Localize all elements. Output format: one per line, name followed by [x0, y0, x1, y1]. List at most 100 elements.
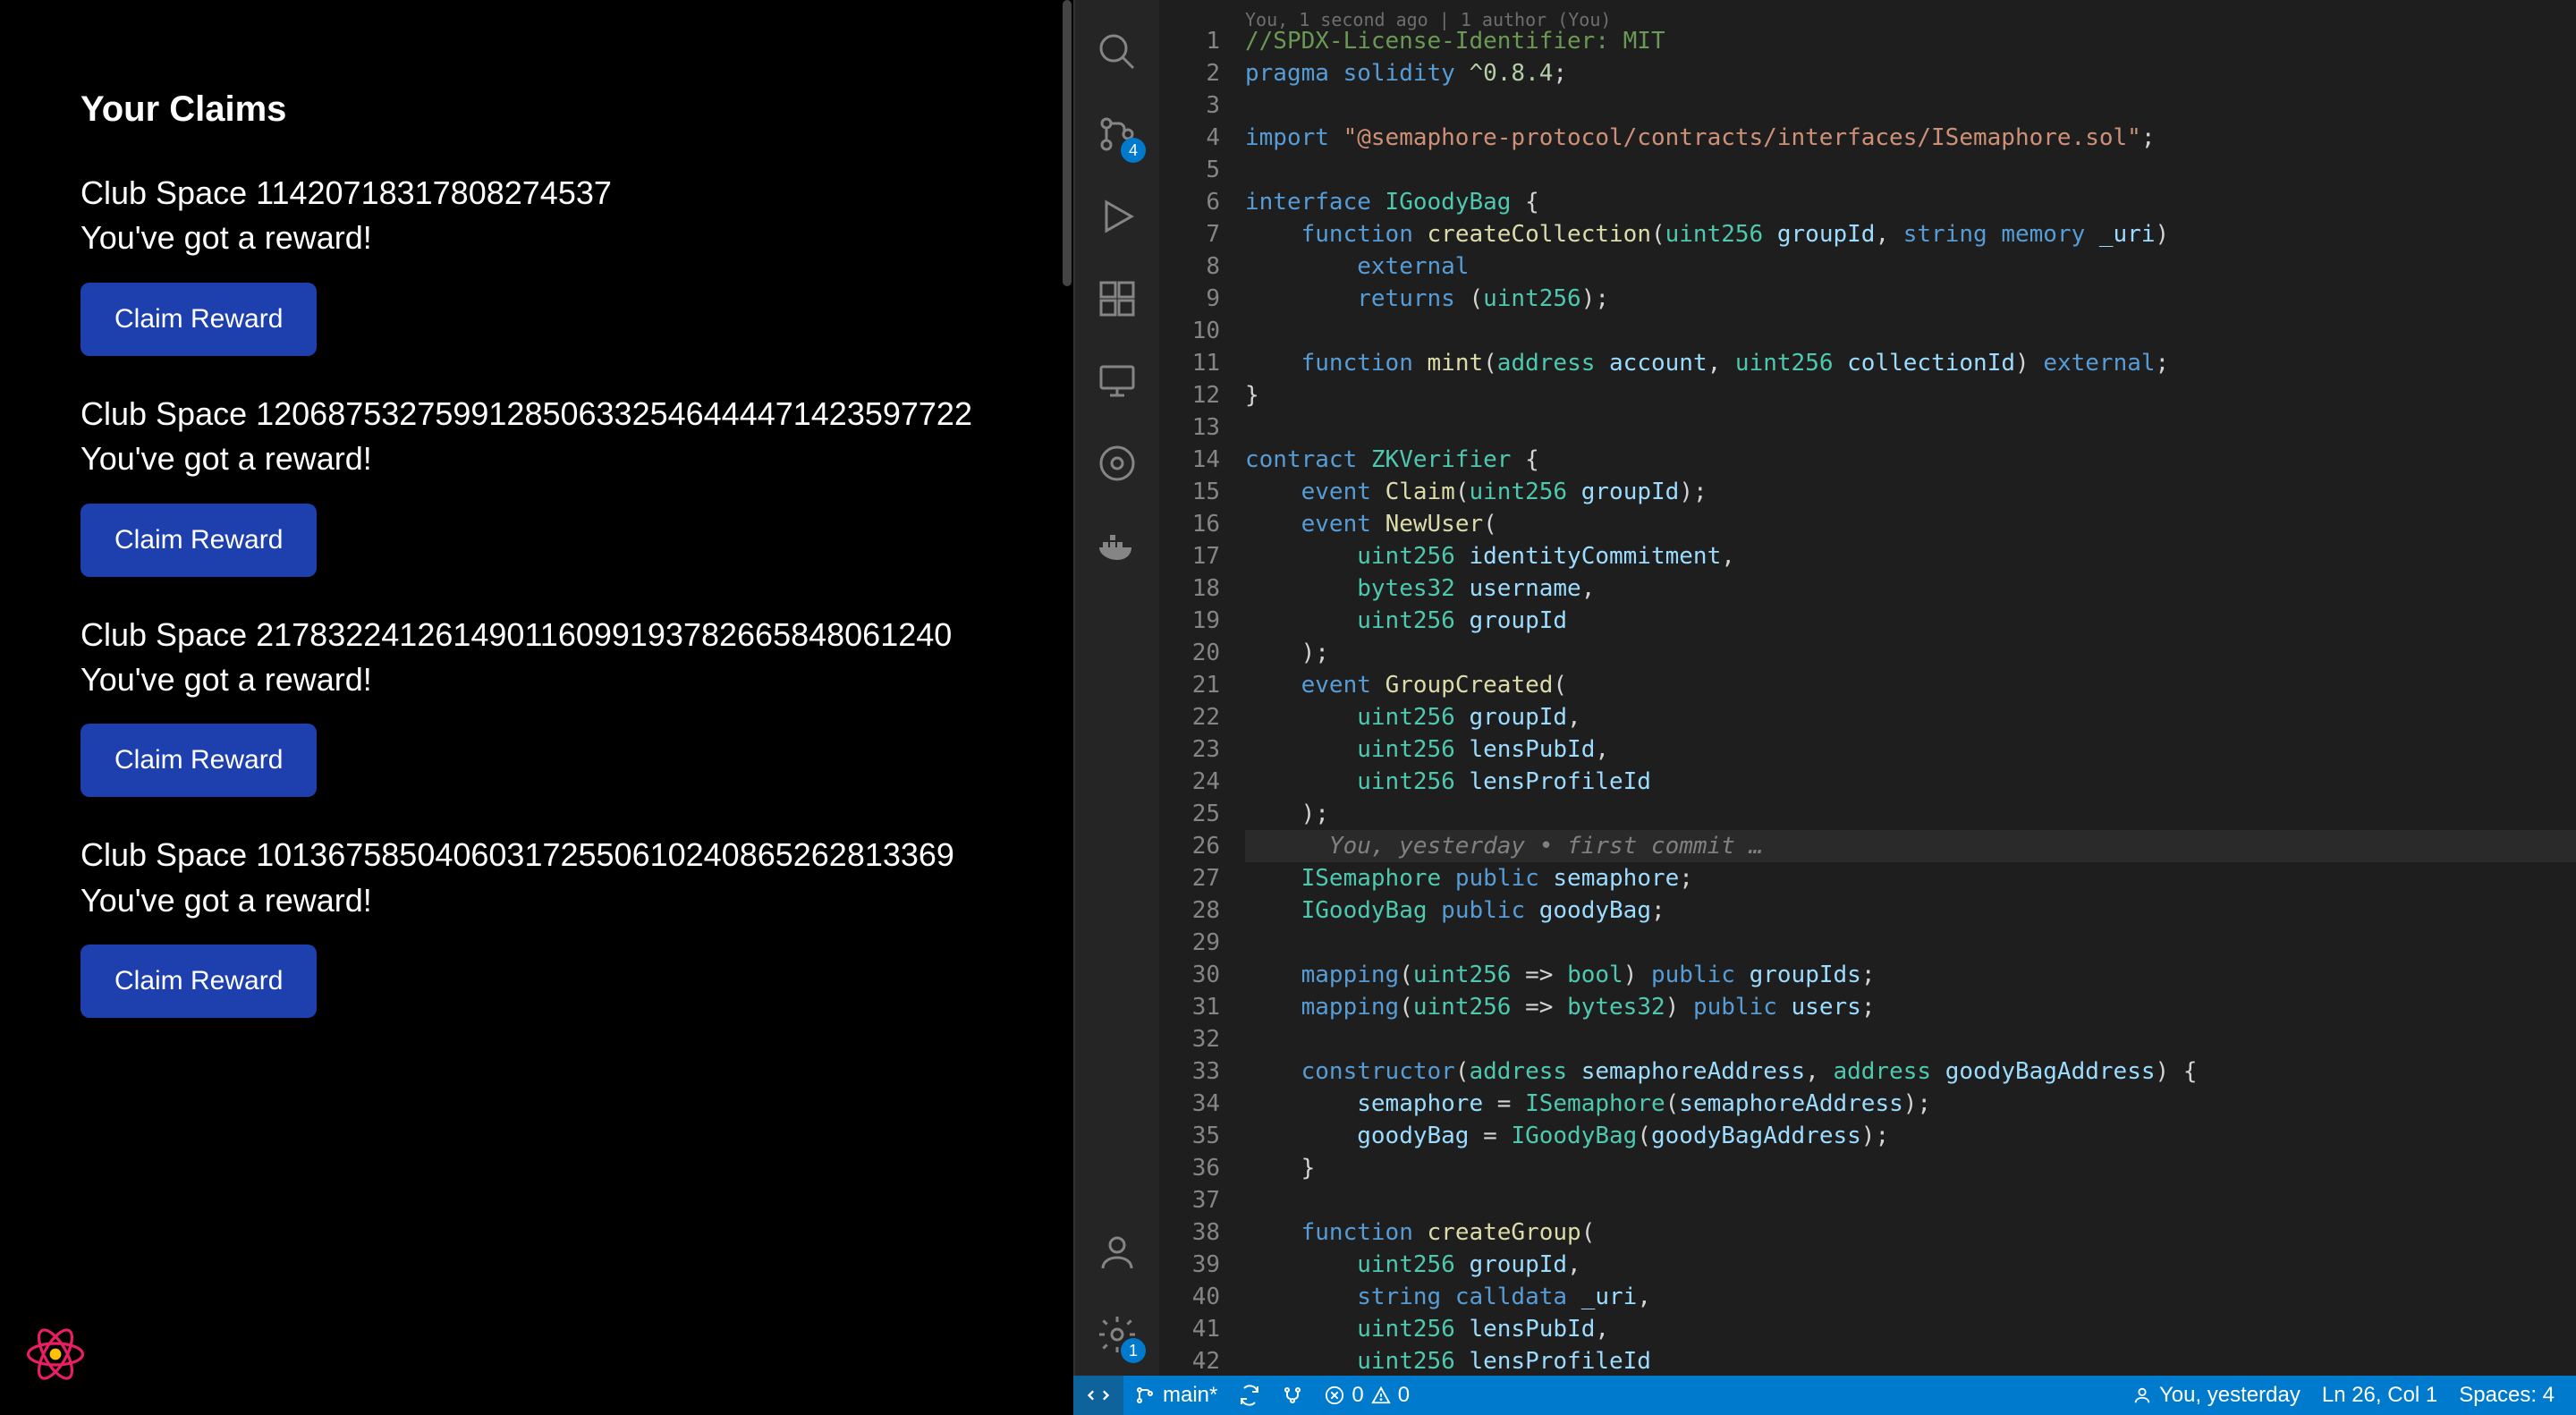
code-line[interactable]: constructor(address semaphoreAddress, ad…	[1245, 1055, 2576, 1088]
code-line[interactable]: function createCollection(uint256 groupI…	[1245, 218, 2576, 250]
sync-button[interactable]	[1228, 1385, 1271, 1406]
status-bar: main* 0 0 You, yesterday Ln 26, Col 1 Sp…	[1073, 1376, 2576, 1415]
code-line[interactable]: returns (uint256);	[1245, 283, 2576, 315]
code-line[interactable]: ISemaphore public semaphore;	[1245, 862, 2576, 894]
branch-status[interactable]: main*	[1123, 1383, 1228, 1408]
code-line[interactable]	[1245, 315, 2576, 347]
code-line[interactable]	[1245, 154, 2576, 186]
extensions-icon[interactable]	[1092, 274, 1142, 324]
code-line[interactable]: uint256 lensPubId,	[1245, 1313, 2576, 1345]
line-number: 38	[1159, 1216, 1220, 1249]
gitlens-icon[interactable]	[1092, 438, 1142, 488]
claim-reward-button[interactable]: Claim Reward	[80, 283, 317, 356]
code-line[interactable]: string calldata _uri,	[1245, 1281, 2576, 1313]
line-number: 11	[1159, 347, 1220, 379]
line-number: 29	[1159, 927, 1220, 959]
line-number: 25	[1159, 798, 1220, 830]
inline-blame: You, yesterday • first commit …	[1245, 833, 1763, 860]
code-line[interactable]: }	[1245, 1152, 2576, 1184]
code-line[interactable]: }	[1245, 379, 2576, 411]
code-line[interactable]: pragma solidity ^0.8.4;	[1245, 57, 2576, 89]
line-number: 28	[1159, 894, 1220, 927]
line-number: 41	[1159, 1313, 1220, 1345]
claim-name: Club Space 12068753275991285063325464444…	[80, 392, 993, 436]
code-line[interactable]: mapping(uint256 => bytes32) public users…	[1245, 991, 2576, 1023]
scrollbar[interactable]	[1063, 0, 1072, 286]
line-number: 1	[1159, 25, 1220, 57]
code-line[interactable]: );	[1245, 798, 2576, 830]
code-line[interactable]: contract ZKVerifier {	[1245, 444, 2576, 476]
account-icon[interactable]	[1092, 1227, 1142, 1277]
code-line[interactable]	[1245, 927, 2576, 959]
claim-item: Club Space 10136758504060317255061024086…	[80, 833, 993, 1018]
line-number: 35	[1159, 1120, 1220, 1152]
code-line[interactable]: uint256 lensProfileId	[1245, 1345, 2576, 1376]
code-line[interactable]: bytes32 username,	[1245, 572, 2576, 605]
claim-name: Club Space 21783224126149011609919378266…	[80, 613, 993, 657]
code-line[interactable]: external	[1245, 250, 2576, 283]
line-number: 12	[1159, 379, 1220, 411]
line-number: 21	[1159, 669, 1220, 701]
line-number: 8	[1159, 250, 1220, 283]
code-line[interactable]: function mint(address account, uint256 c…	[1245, 347, 2576, 379]
code-line[interactable]: mapping(uint256 => bool) public groupIds…	[1245, 959, 2576, 991]
warning-count: 0	[1398, 1383, 1410, 1408]
code-line[interactable]	[1245, 1184, 2576, 1216]
blame-text: You, yesterday	[2159, 1383, 2301, 1408]
line-number: 13	[1159, 411, 1220, 444]
source-control-icon[interactable]: 4	[1092, 109, 1142, 159]
code-line[interactable]: function createGroup(	[1245, 1216, 2576, 1249]
code-line[interactable]: );	[1245, 637, 2576, 669]
line-number: 37	[1159, 1184, 1220, 1216]
code-line[interactable]: uint256 groupId	[1245, 605, 2576, 637]
line-number: 5	[1159, 154, 1220, 186]
code-line[interactable]: //SPDX-License-Identifier: MIT	[1245, 25, 2576, 57]
line-number: 22	[1159, 701, 1220, 733]
code-line[interactable]: uint256 lensPubId,	[1245, 733, 2576, 766]
code-line[interactable]: event GroupCreated(	[1245, 669, 2576, 701]
code-line[interactable]: You, yesterday • first commit …	[1245, 830, 2576, 862]
line-number: 10	[1159, 315, 1220, 347]
code-line[interactable]: uint256 identityCommitment,	[1245, 540, 2576, 572]
code-line[interactable]: interface IGoodyBag {	[1245, 186, 2576, 218]
claim-reward-text: You've got a reward!	[80, 436, 993, 481]
code-line[interactable]: import "@semaphore-protocol/contracts/in…	[1245, 122, 2576, 154]
error-count: 0	[1352, 1383, 1363, 1408]
codelens[interactable]: You, 1 second ago | 1 author (You)	[1245, 4, 2576, 25]
blame-status[interactable]: You, yesterday	[2122, 1383, 2311, 1408]
git-graph-button[interactable]	[1271, 1385, 1314, 1406]
code-line[interactable]: event Claim(uint256 groupId);	[1245, 476, 2576, 508]
line-gutter: 1234567891011121314151617181920212223242…	[1159, 0, 1245, 1376]
code-line[interactable]	[1245, 1023, 2576, 1055]
run-debug-icon[interactable]	[1092, 191, 1142, 241]
code-editor[interactable]: 1234567891011121314151617181920212223242…	[1159, 0, 2576, 1376]
cursor-position[interactable]: Ln 26, Col 1	[2311, 1383, 2448, 1408]
remote-explorer-icon[interactable]	[1092, 356, 1142, 406]
line-number: 26	[1159, 830, 1220, 862]
claim-reward-button[interactable]: Claim Reward	[80, 724, 317, 797]
code-line[interactable]: goodyBag = IGoodyBag(goodyBagAddress);	[1245, 1120, 2576, 1152]
claim-name: Club Space 11420718317808274537	[80, 171, 993, 216]
docker-icon[interactable]	[1092, 521, 1142, 571]
line-number: 42	[1159, 1345, 1220, 1376]
code-line[interactable]	[1245, 411, 2576, 444]
code-line[interactable]	[1245, 89, 2576, 122]
code-line[interactable]: semaphore = ISemaphore(semaphoreAddress)…	[1245, 1088, 2576, 1120]
indentation-status[interactable]: Spaces: 4	[2448, 1383, 2565, 1408]
remote-button[interactable]	[1073, 1376, 1123, 1415]
problems-status[interactable]: 0 0	[1314, 1383, 1420, 1408]
settings-icon[interactable]: 1	[1092, 1309, 1142, 1360]
line-number: 7	[1159, 218, 1220, 250]
code-line[interactable]: event NewUser(	[1245, 508, 2576, 540]
claim-item: Club Space 21783224126149011609919378266…	[80, 613, 993, 798]
search-icon[interactable]	[1092, 27, 1142, 77]
code-line[interactable]: uint256 groupId,	[1245, 701, 2576, 733]
code-content[interactable]: You, 1 second ago | 1 author (You)//SPDX…	[1245, 0, 2576, 1376]
claim-reward-button[interactable]: Claim Reward	[80, 945, 317, 1018]
code-line[interactable]: uint256 groupId,	[1245, 1249, 2576, 1281]
line-number: 34	[1159, 1088, 1220, 1120]
claim-reward-button[interactable]: Claim Reward	[80, 504, 317, 577]
code-line[interactable]: uint256 lensProfileId	[1245, 766, 2576, 798]
scm-badge: 4	[1121, 138, 1146, 163]
code-line[interactable]: IGoodyBag public goodyBag;	[1245, 894, 2576, 927]
